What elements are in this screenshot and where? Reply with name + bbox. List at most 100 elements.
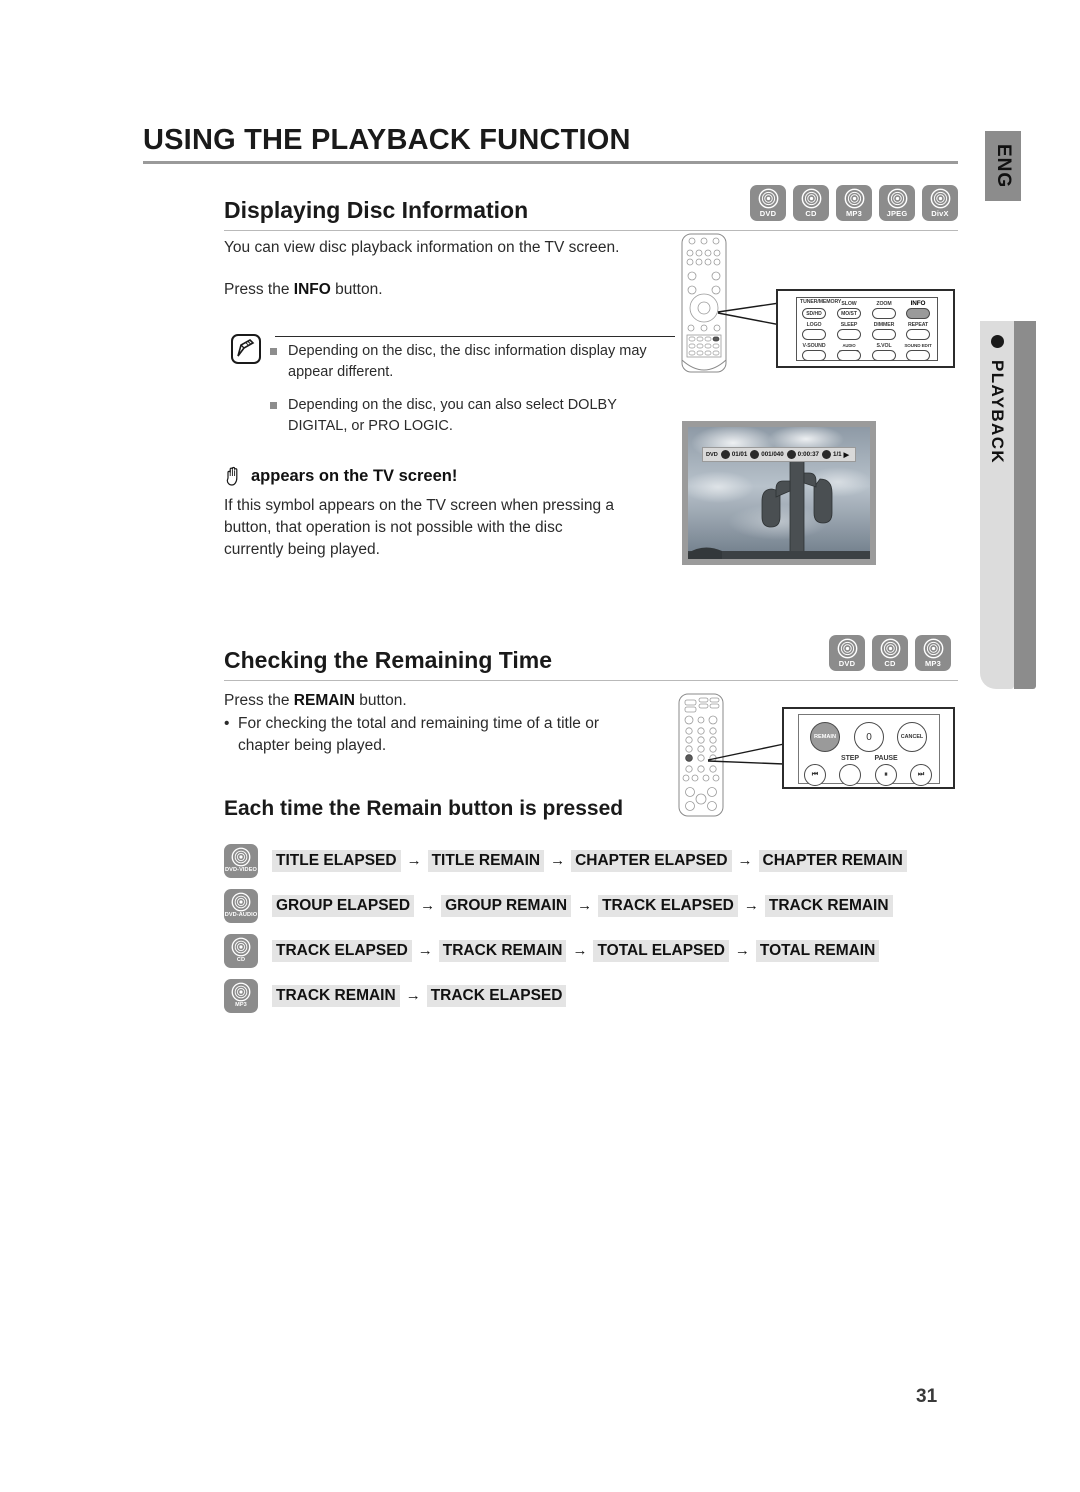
disc-icon bbox=[880, 638, 900, 659]
sequence-step: CHAPTER ELAPSED bbox=[571, 849, 732, 872]
key-button-info[interactable] bbox=[906, 308, 930, 319]
page-title: USING THE PLAYBACK FUNCTION bbox=[143, 124, 631, 156]
sequence-step: GROUP REMAIN bbox=[441, 894, 572, 917]
disc-badge-jpeg: JPEG bbox=[879, 185, 915, 221]
disc-icon bbox=[930, 188, 950, 209]
title-divider bbox=[143, 161, 958, 164]
sequence-arrow: → bbox=[737, 852, 753, 869]
note-item: Depending on the disc, you can also sele… bbox=[268, 395, 668, 437]
sequence-arrow: → bbox=[572, 942, 588, 959]
instruction-suffix: button. bbox=[330, 281, 383, 298]
sidebar-section-label: PLAYBACK bbox=[988, 360, 1007, 465]
disc-badge-dvd: DVD bbox=[750, 185, 786, 221]
key-button-repeat[interactable] bbox=[906, 329, 930, 340]
disc-icon bbox=[801, 188, 821, 209]
sequence-step: TRACK ELAPSED bbox=[272, 939, 412, 962]
callout-leader-line-remain bbox=[707, 743, 785, 765]
disc-badge-label: JPEG bbox=[886, 209, 908, 218]
disc-badge-label: CD bbox=[884, 659, 896, 668]
disc-badge-cd: CD bbox=[872, 635, 908, 671]
sequence-step: TRACK REMAIN bbox=[764, 894, 893, 917]
sequence-arrow: → bbox=[417, 942, 433, 959]
note-divider bbox=[275, 336, 675, 337]
sidebar-language-label: ENG bbox=[993, 143, 1014, 189]
hand-symbol-heading: appears on the TV screen! bbox=[224, 465, 457, 487]
disc-icon bbox=[231, 892, 251, 911]
section-divider-2 bbox=[224, 680, 958, 681]
instruction-key: INFO bbox=[293, 281, 331, 298]
key-button-zoom[interactable] bbox=[872, 308, 896, 319]
instruction-prefix: Press the bbox=[224, 692, 294, 709]
sequence-arrow: → bbox=[743, 897, 759, 914]
clock-icon bbox=[786, 450, 796, 459]
sequence-arrow: → bbox=[405, 987, 421, 1004]
osd-item-chapter: 001/040 bbox=[750, 450, 784, 459]
key-button-pause[interactable]: ⏸ bbox=[875, 764, 897, 786]
disc-badge-label: DVD-VIDEO bbox=[225, 866, 257, 873]
osd-item-title: 01/01 bbox=[720, 450, 747, 459]
instruction-suffix: button. bbox=[354, 692, 407, 709]
key-label-sleep: SLEEP bbox=[840, 322, 858, 328]
disc-icon bbox=[231, 937, 251, 956]
sequence-arrow: → bbox=[406, 852, 422, 869]
key-button-logo[interactable] bbox=[802, 329, 826, 340]
disc-badge-dvd-video: DVD-VIDEO bbox=[224, 843, 258, 878]
section-heading-remaining-time: Checking the Remaining Time bbox=[224, 647, 553, 673]
osd-item-angle: 1/1 ▶ bbox=[822, 450, 849, 459]
remain-bullet-text: For checking the total and remaining tim… bbox=[238, 715, 599, 754]
chapter-icon bbox=[750, 450, 760, 459]
key-label-slow: SLOW bbox=[841, 301, 857, 307]
section-heading-disc-info: Displaying Disc Information bbox=[224, 197, 529, 223]
sequence-step: CHAPTER REMAIN bbox=[758, 849, 907, 872]
hand-heading-text: appears on the TV screen! bbox=[251, 466, 458, 485]
key-button-sleep[interactable] bbox=[837, 329, 861, 340]
sequence-step: GROUP ELAPSED bbox=[272, 894, 415, 917]
page-number: 31 bbox=[916, 1386, 938, 1407]
disc-icon bbox=[231, 982, 251, 1001]
disc-badge-label: DVD bbox=[759, 209, 777, 218]
disc-badge-dvd-audio: DVD-AUDIO bbox=[224, 888, 258, 923]
key-button-dimmer[interactable] bbox=[872, 329, 896, 340]
disc-badge-label: DVD-AUDIO bbox=[224, 911, 258, 918]
remain-instruction: Press the REMAIN button. bbox=[224, 690, 654, 712]
remain-bullet-item: • For checking the total and remaining t… bbox=[224, 713, 638, 757]
key-label-info: INFO bbox=[910, 300, 926, 307]
key-button-next-track[interactable]: ⏭ bbox=[910, 764, 932, 786]
manual-page: ENG PLAYBACK USING THE PLAYBACK FUNCTION… bbox=[0, 0, 1080, 1492]
disc-badge-label: MP3 bbox=[235, 1001, 247, 1008]
sequence-step: TOTAL ELAPSED bbox=[593, 939, 729, 962]
sequence-step: TRACK ELAPSED bbox=[426, 984, 567, 1007]
bullet-marker: • bbox=[224, 715, 230, 732]
memo-pencil-icon bbox=[231, 334, 261, 364]
disc-icon bbox=[837, 638, 857, 659]
key-button-mo-st[interactable]: MO/ST bbox=[837, 308, 861, 319]
disc-icon bbox=[758, 188, 778, 209]
remain-sequence-list: DVD-VIDEO TITLE ELAPSED → TITLE REMAIN →… bbox=[224, 838, 924, 1018]
sequence-steps: TRACK REMAIN → TRACK ELAPSED bbox=[272, 984, 567, 1007]
key-button-v-sound[interactable] bbox=[802, 350, 826, 361]
key-button-step[interactable] bbox=[839, 764, 861, 786]
sequence-row-mp3: MP3 TRACK REMAIN → TRACK ELAPSED bbox=[224, 973, 924, 1018]
osd-time-text: 0:00:37 bbox=[797, 451, 819, 458]
sidebar-section-strip bbox=[1014, 321, 1036, 689]
sequence-step: TRACK REMAIN bbox=[272, 984, 400, 1007]
play-icon: ▶ bbox=[843, 451, 849, 459]
key-button-audio-upscale[interactable] bbox=[837, 350, 861, 361]
disc-badge-label: MP3 bbox=[845, 209, 863, 218]
key-label-s-vol: S.VOL bbox=[876, 343, 892, 349]
key-button-cancel[interactable]: CANCEL bbox=[897, 722, 927, 752]
sequence-row-dvd-video: DVD-VIDEO TITLE ELAPSED → TITLE REMAIN →… bbox=[224, 838, 924, 883]
key-button-remain[interactable]: REMAIN bbox=[810, 722, 840, 752]
key-button-sound-edit[interactable] bbox=[906, 350, 930, 361]
instruction-key: REMAIN bbox=[293, 692, 355, 709]
osd-angle-text: 1/1 bbox=[833, 451, 842, 458]
osd-item-disc-type: DVD bbox=[706, 452, 718, 458]
key-button-sd-hd[interactable]: SD/HD bbox=[802, 308, 826, 319]
key-button-zero[interactable]: 0 bbox=[854, 722, 884, 752]
instruction-prefix: Press the bbox=[224, 281, 294, 298]
disc-badge-row-1: DVD CD MP3 JPEG DivX bbox=[750, 185, 958, 221]
osd-chapter-text: 001/040 bbox=[761, 451, 784, 458]
key-button-s-vol[interactable] bbox=[872, 350, 896, 361]
key-button-previous-track[interactable]: ⏮ bbox=[804, 764, 826, 786]
key-label-dimmer: DIMMER bbox=[873, 322, 895, 328]
